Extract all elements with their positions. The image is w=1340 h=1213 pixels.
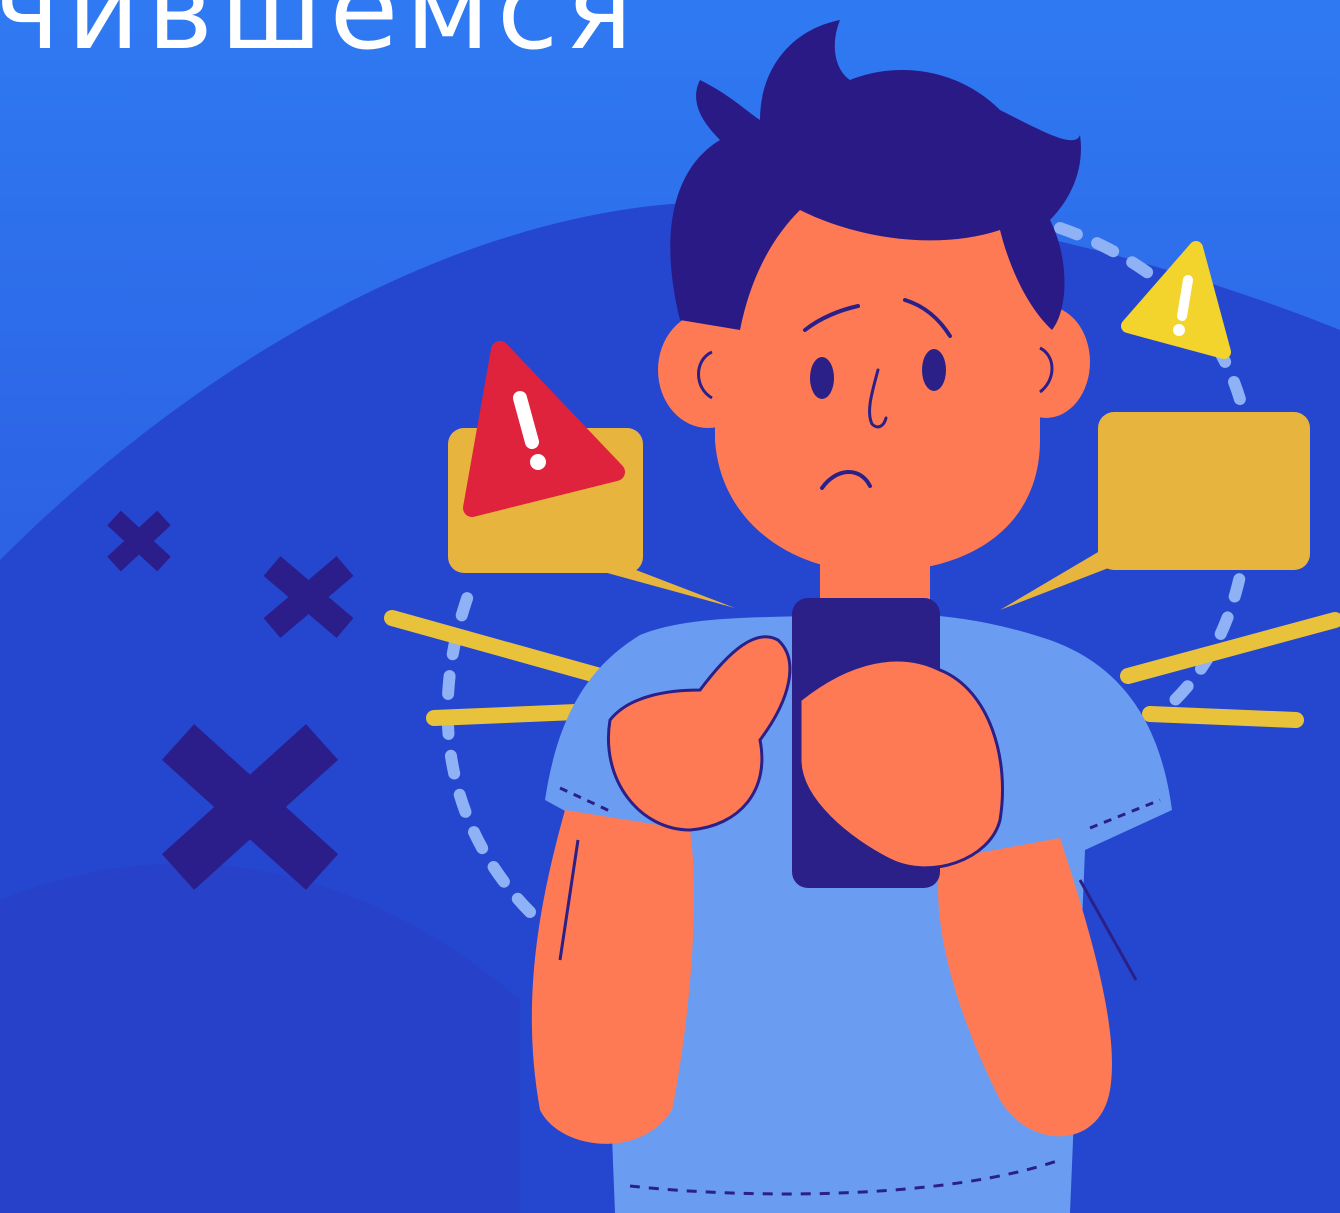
- ear-left: [658, 312, 758, 428]
- worried-person-illustration: [0, 20, 1340, 1213]
- left-arm: [531, 810, 694, 1144]
- eye-right: [922, 349, 946, 391]
- eye-left: [810, 357, 834, 399]
- illustration-canvas: чившемся: [0, 0, 1340, 1213]
